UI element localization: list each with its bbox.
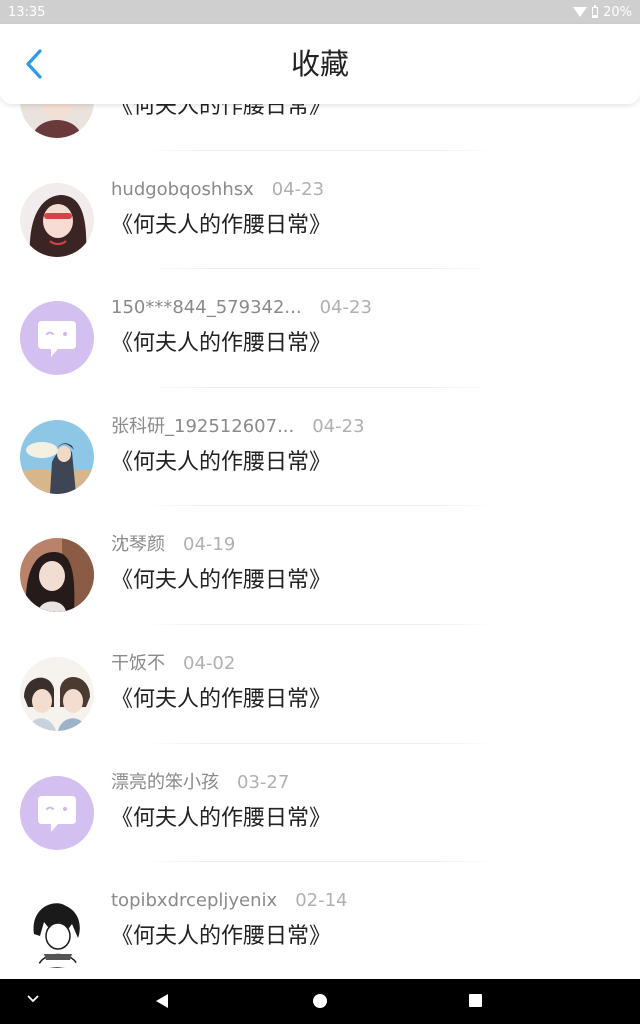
item-meta: hudgobqoshhsx 04-23 (111, 178, 324, 202)
item-meta: topibxdrcepljyenix 02-14 (111, 889, 348, 913)
default-avatar-icon (20, 301, 94, 376)
avatar[interactable] (20, 301, 94, 376)
username[interactable]: topibxdrcepljyenix (111, 890, 277, 911)
list-item[interactable]: 漂亮的笨小孩 03-27 《何夫人的作腰日常》 (0, 744, 640, 863)
book-title[interactable]: 《何夫人的作腰日常》 (111, 209, 331, 243)
status-bar: 13:35 20% (0, 0, 640, 24)
nav-recents-icon[interactable] (469, 994, 482, 1007)
date: 04-02 (183, 652, 236, 674)
wifi-icon (573, 7, 588, 17)
favorites-list[interactable]: 《何夫人的作腰日常》 hudgobqoshhsx 04-23 《何夫人的作腰日常》 (0, 96, 640, 979)
item-meta: 干饭不 04-02 (111, 652, 235, 676)
list-item[interactable]: hudgobqoshhsx 04-23 《何夫人的作腰日常》 (0, 151, 640, 270)
book-title[interactable]: 《何夫人的作腰日常》 (111, 446, 331, 480)
header: 收藏 (0, 24, 640, 104)
nav-home-icon[interactable] (313, 994, 327, 1008)
avatar[interactable] (20, 419, 94, 494)
item-meta: 漂亮的笨小孩 03-27 (111, 771, 289, 795)
item-meta: 150***844_579342... 04-23 (111, 296, 372, 320)
book-title[interactable]: 《何夫人的作腰日常》 (111, 802, 331, 836)
nav-back-icon[interactable] (156, 994, 168, 1008)
username[interactable]: 沈琴颜 (111, 534, 165, 555)
list-item[interactable]: 干饭不 04-02 《何夫人的作腰日常》 (0, 625, 640, 744)
list-item[interactable]: 沈琴颜 04-19 《何夫人的作腰日常》 (0, 506, 640, 625)
date: 04-23 (319, 297, 372, 319)
battery-icon (592, 4, 599, 18)
date: 04-19 (183, 534, 236, 556)
avatar[interactable] (20, 538, 94, 613)
status-time: 13:35 (8, 4, 46, 20)
date: 02-14 (295, 890, 348, 912)
list-item[interactable]: 《何夫人的作腰日常》 (0, 96, 640, 151)
item-meta: 沈琴颜 04-19 (111, 533, 235, 557)
book-title[interactable]: 《何夫人的作腰日常》 (111, 683, 331, 717)
book-title[interactable]: 《何夫人的作腰日常》 (111, 920, 331, 954)
list-item[interactable]: 150***844_579342... 04-23 《何夫人的作腰日常》 (0, 269, 640, 388)
avatar[interactable] (20, 182, 94, 257)
item-meta: 张科研_192512607... 04-23 (111, 415, 365, 439)
list-item[interactable]: topibxdrcepljyenix 02-14 《何夫人的作腰日常》 (0, 862, 640, 979)
avatar[interactable] (20, 894, 94, 969)
avatar[interactable] (20, 775, 94, 850)
date: 03-27 (237, 771, 290, 793)
status-icons: 20% (573, 4, 632, 20)
system-navigation-bar (0, 979, 640, 1024)
avatar[interactable] (20, 656, 94, 731)
list-item[interactable]: 张科研_192512607... 04-23 《何夫人的作腰日常》 (0, 388, 640, 507)
date: 04-23 (312, 415, 365, 437)
chevron-down-icon[interactable] (26, 991, 40, 1005)
battery-level: 20% (603, 4, 632, 20)
username[interactable]: 干饭不 (111, 653, 165, 674)
date: 04-23 (271, 178, 325, 200)
book-title[interactable]: 《何夫人的作腰日常》 (111, 327, 331, 361)
username[interactable]: 150***844_579342... (111, 297, 302, 318)
book-title[interactable]: 《何夫人的作腰日常》 (111, 564, 331, 598)
default-avatar-icon (20, 775, 94, 850)
username[interactable]: 张科研_192512607... (111, 416, 294, 437)
username[interactable]: 漂亮的笨小孩 (111, 772, 219, 793)
username[interactable]: hudgobqoshhsx (111, 179, 254, 200)
page-title: 收藏 (290, 47, 349, 81)
